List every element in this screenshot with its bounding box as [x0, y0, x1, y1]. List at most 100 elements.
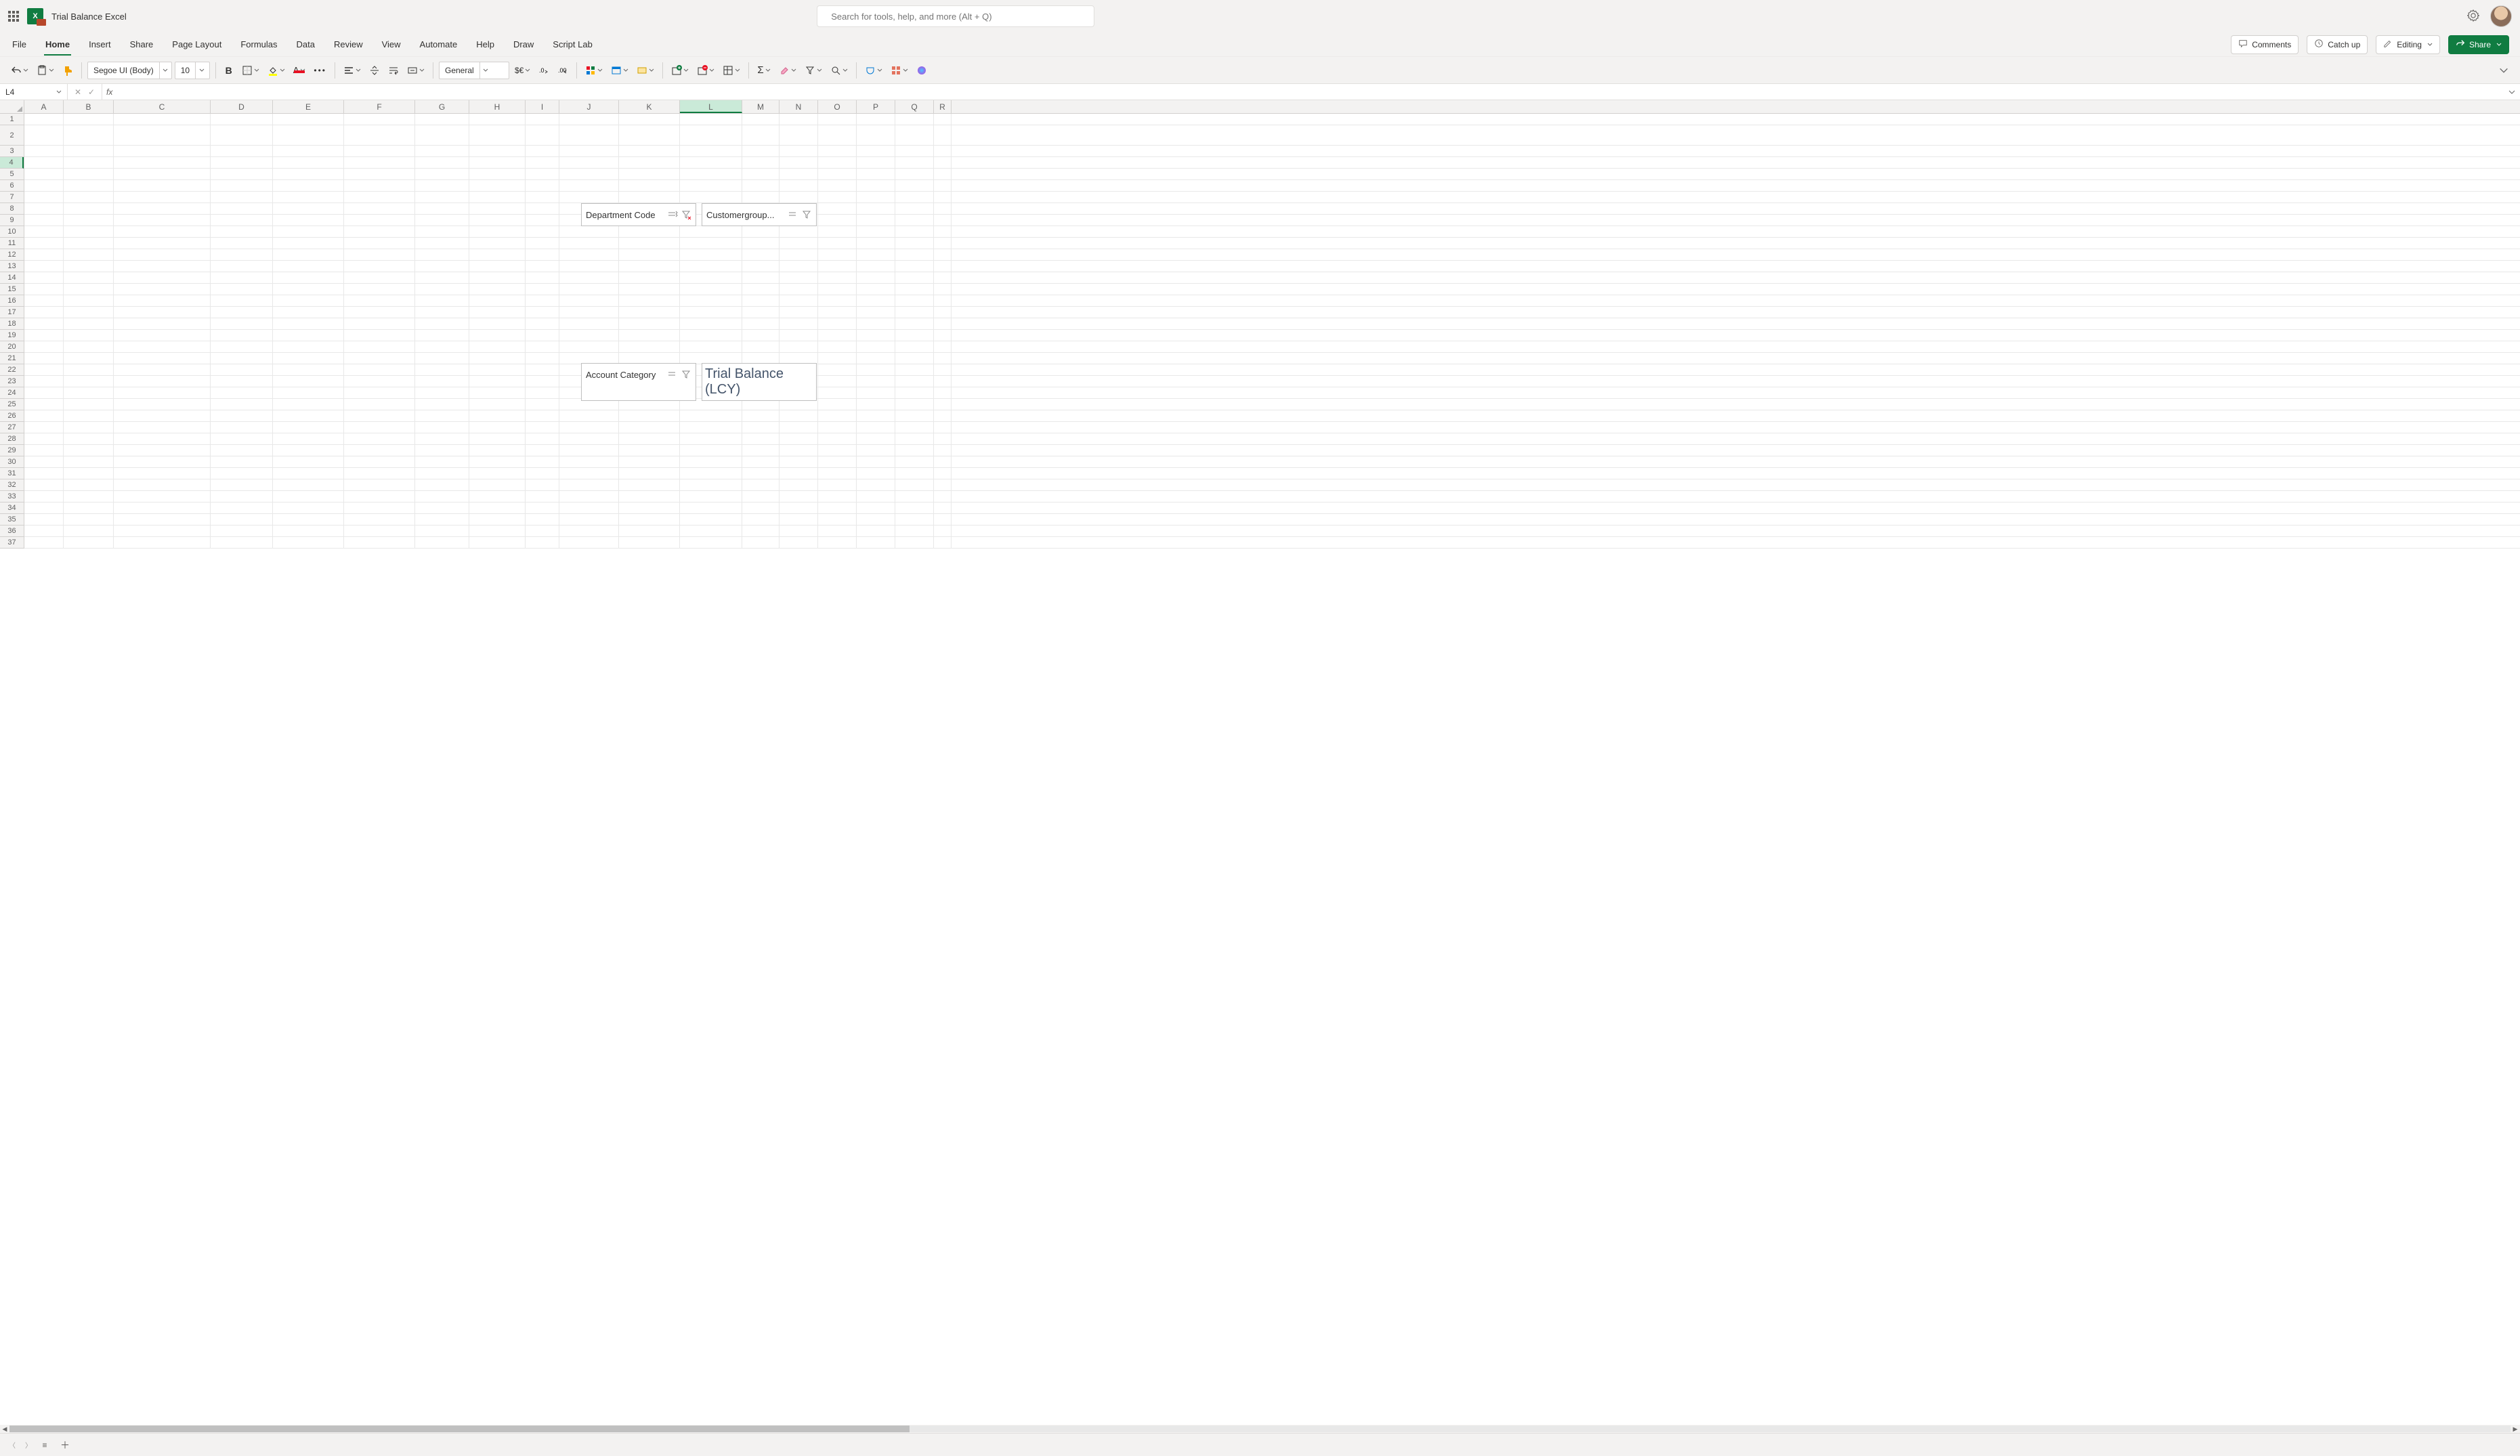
cell[interactable] — [526, 146, 559, 156]
cell[interactable] — [934, 330, 952, 341]
formula-expand-button[interactable] — [2504, 89, 2520, 95]
cell[interactable] — [934, 203, 952, 214]
row-header-36[interactable]: 36 — [0, 526, 24, 537]
cell[interactable] — [64, 387, 114, 398]
menu-tab-script-lab[interactable]: Script Lab — [551, 39, 594, 49]
fill-color-button[interactable] — [265, 61, 288, 80]
cell[interactable] — [64, 341, 114, 352]
cell[interactable] — [619, 456, 680, 467]
row-header-23[interactable]: 23 — [0, 376, 24, 387]
cell[interactable] — [273, 330, 344, 341]
cell[interactable] — [344, 203, 415, 214]
cell[interactable] — [780, 114, 818, 125]
cell[interactable] — [273, 479, 344, 490]
font-color-button[interactable]: A — [291, 61, 309, 80]
cell[interactable] — [415, 272, 469, 283]
cell[interactable] — [24, 330, 64, 341]
cell[interactable] — [818, 433, 857, 444]
cell[interactable] — [559, 514, 619, 525]
cell[interactable] — [415, 526, 469, 536]
bold-button[interactable]: B — [221, 61, 236, 80]
cell[interactable] — [526, 456, 559, 467]
cell[interactable] — [24, 387, 64, 398]
cell[interactable] — [559, 353, 619, 364]
cell[interactable] — [24, 180, 64, 191]
cell[interactable] — [934, 387, 952, 398]
slicer-account-subcategory[interactable]: Trial Balance (LCY) — [702, 363, 817, 401]
cell[interactable] — [64, 284, 114, 295]
cell[interactable] — [857, 537, 895, 548]
cell[interactable] — [680, 146, 742, 156]
cell[interactable] — [273, 284, 344, 295]
cell[interactable] — [469, 330, 526, 341]
cell[interactable] — [344, 125, 415, 145]
cell[interactable] — [526, 422, 559, 433]
cell[interactable] — [818, 376, 857, 387]
cell[interactable] — [64, 125, 114, 145]
cell[interactable] — [344, 341, 415, 352]
cell[interactable] — [344, 114, 415, 125]
cell[interactable] — [344, 537, 415, 548]
cell[interactable] — [114, 364, 211, 375]
cell[interactable] — [934, 295, 952, 306]
cell[interactable] — [857, 376, 895, 387]
cell[interactable] — [114, 537, 211, 548]
cell[interactable] — [680, 261, 742, 272]
cell[interactable] — [780, 226, 818, 237]
cell[interactable] — [273, 295, 344, 306]
cell[interactable] — [895, 307, 934, 318]
cell[interactable] — [114, 215, 211, 226]
cell[interactable] — [526, 341, 559, 352]
cell[interactable] — [211, 180, 273, 191]
clear-filter-icon[interactable] — [801, 209, 812, 220]
cell[interactable] — [64, 353, 114, 364]
cell[interactable] — [273, 433, 344, 444]
cell[interactable] — [469, 114, 526, 125]
cell[interactable] — [818, 307, 857, 318]
cell[interactable] — [469, 318, 526, 329]
cell[interactable] — [559, 537, 619, 548]
cell[interactable] — [780, 307, 818, 318]
cell[interactable] — [818, 422, 857, 433]
slicer-department[interactable]: Department Code — [581, 203, 696, 226]
cell[interactable] — [64, 146, 114, 156]
cell[interactable] — [415, 353, 469, 364]
find-button[interactable] — [828, 61, 851, 80]
col-header-C[interactable]: C — [114, 100, 211, 113]
cell[interactable] — [415, 125, 469, 145]
cell[interactable] — [344, 238, 415, 249]
cell[interactable] — [619, 157, 680, 168]
menu-tab-formulas[interactable]: Formulas — [239, 39, 278, 49]
cell[interactable] — [895, 341, 934, 352]
cell[interactable] — [934, 284, 952, 295]
cell[interactable] — [415, 479, 469, 490]
cell[interactable] — [64, 249, 114, 260]
cell[interactable] — [895, 410, 934, 421]
cell[interactable] — [273, 215, 344, 226]
col-header-B[interactable]: B — [64, 100, 114, 113]
cell[interactable] — [857, 433, 895, 444]
cell[interactable] — [780, 249, 818, 260]
cell[interactable] — [857, 387, 895, 398]
cell[interactable] — [469, 169, 526, 179]
cell[interactable] — [273, 146, 344, 156]
format-table-button[interactable] — [608, 61, 631, 80]
comments-button[interactable]: Comments — [2231, 35, 2299, 54]
cell[interactable] — [64, 399, 114, 410]
cell[interactable] — [780, 445, 818, 456]
cell[interactable] — [526, 353, 559, 364]
cell[interactable] — [114, 238, 211, 249]
cell[interactable] — [559, 526, 619, 536]
cell[interactable] — [934, 238, 952, 249]
cell[interactable] — [64, 157, 114, 168]
cell[interactable] — [818, 261, 857, 272]
cell[interactable] — [114, 514, 211, 525]
cell[interactable] — [818, 157, 857, 168]
cell[interactable] — [273, 125, 344, 145]
cell[interactable] — [344, 399, 415, 410]
cell[interactable] — [64, 491, 114, 502]
cell[interactable] — [469, 422, 526, 433]
cell[interactable] — [24, 410, 64, 421]
cell[interactable] — [211, 146, 273, 156]
row-header-35[interactable]: 35 — [0, 514, 24, 526]
